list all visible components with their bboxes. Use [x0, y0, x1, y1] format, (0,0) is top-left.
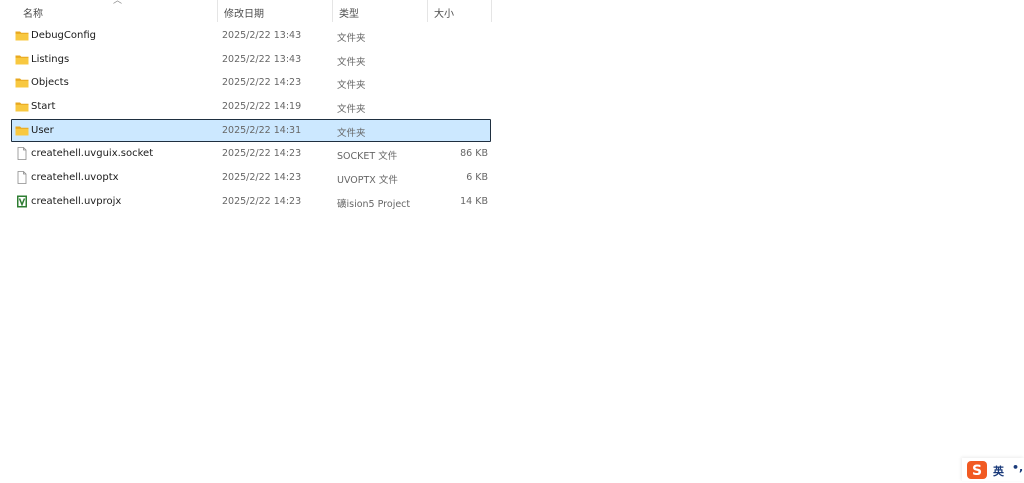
file-date: 2025/2/22 14:31 — [222, 124, 302, 136]
uvision-project-icon — [15, 195, 29, 208]
sogou-ime-logo-icon: S — [966, 460, 988, 480]
folder-icon — [15, 124, 29, 137]
file-date: 2025/2/22 14:23 — [222, 148, 302, 160]
column-header-name[interactable]: ︿ 名称 — [0, 0, 218, 22]
column-header-size-label: 大小 — [434, 9, 454, 20]
sort-ascending-icon: ︿ — [113, 0, 123, 6]
folder-icon — [15, 53, 29, 66]
file-type: 文件夹 — [337, 104, 366, 116]
file-row-debugconfig[interactable]: DebugConfig 2025/2/22 13:43 文件夹 — [11, 24, 491, 48]
file-name: Listings — [31, 53, 70, 65]
file-icon — [15, 171, 29, 185]
file-name: User — [31, 124, 54, 136]
file-name: DebugConfig — [31, 30, 96, 41]
column-header-name-label: 名称 — [23, 9, 43, 20]
file-name: createhell.uvoptx — [31, 172, 119, 184]
file-explorer: ︿ 名称 修改日期 类型 大小 DebugConfig 2025/2/22 13… — [0, 0, 1024, 481]
file-date: 2025/2/22 13:43 — [222, 53, 302, 65]
file-row-uvprojx[interactable]: createhell.uvprojx 2025/2/22 14:23 礦isio… — [11, 190, 491, 214]
file-date: 2025/2/22 14:23 — [222, 195, 302, 207]
file-size: 6 KB — [466, 172, 488, 184]
file-name: createhell.uvguix.socket — [31, 148, 154, 160]
column-header-size[interactable]: 大小 — [428, 0, 492, 22]
folder-icon — [15, 29, 29, 42]
file-date: 2025/2/22 13:43 — [222, 30, 302, 41]
file-size: 14 KB — [460, 195, 488, 207]
file-type: 礦ision5 Project — [337, 198, 411, 210]
ime-indicator[interactable]: S 英 •, — [962, 458, 1024, 481]
file-name: Objects — [31, 77, 69, 89]
ime-language-toggle[interactable]: 英 — [993, 463, 1004, 479]
file-row-uvguix-socket[interactable]: createhell.uvguix.socket 2025/2/22 14:23… — [11, 142, 491, 166]
file-date: 2025/2/22 14:23 — [222, 77, 302, 89]
file-date: 2025/2/22 14:23 — [222, 172, 302, 184]
svg-text:S: S — [972, 463, 982, 479]
file-icon — [15, 147, 29, 161]
file-size: 86 KB — [460, 148, 488, 160]
file-list: DebugConfig 2025/2/22 13:43 文件夹 Listings… — [0, 24, 492, 214]
column-header-type-label: 类型 — [339, 9, 359, 20]
column-header-date[interactable]: 修改日期 — [218, 0, 333, 22]
ime-punctuation-toggle[interactable]: •, — [1012, 461, 1023, 474]
file-date: 2025/2/22 14:19 — [222, 101, 302, 113]
folder-icon — [15, 100, 29, 113]
file-row-user[interactable]: User 2025/2/22 14:31 文件夹 — [11, 118, 491, 143]
column-header-type[interactable]: 类型 — [333, 0, 428, 22]
file-type: 文件夹 — [337, 33, 366, 44]
file-row-objects[interactable]: Objects 2025/2/22 14:23 文件夹 — [11, 71, 491, 95]
file-type: 文件夹 — [337, 56, 366, 68]
column-header-date-label: 修改日期 — [224, 9, 264, 20]
file-name: Start — [31, 101, 56, 113]
file-type: SOCKET 文件 — [337, 151, 398, 163]
file-type: UVOPTX 文件 — [337, 175, 398, 187]
file-row-uvoptx[interactable]: createhell.uvoptx 2025/2/22 14:23 UVOPTX… — [11, 166, 491, 190]
file-type: 文件夹 — [337, 80, 366, 92]
file-row-start[interactable]: Start 2025/2/22 14:19 文件夹 — [11, 95, 491, 119]
file-name: createhell.uvprojx — [31, 195, 122, 207]
column-header: ︿ 名称 修改日期 类型 大小 — [0, 0, 492, 22]
folder-icon — [15, 76, 29, 89]
file-row-listings[interactable]: Listings 2025/2/22 13:43 文件夹 — [11, 48, 491, 72]
file-type: 文件夹 — [337, 127, 366, 139]
